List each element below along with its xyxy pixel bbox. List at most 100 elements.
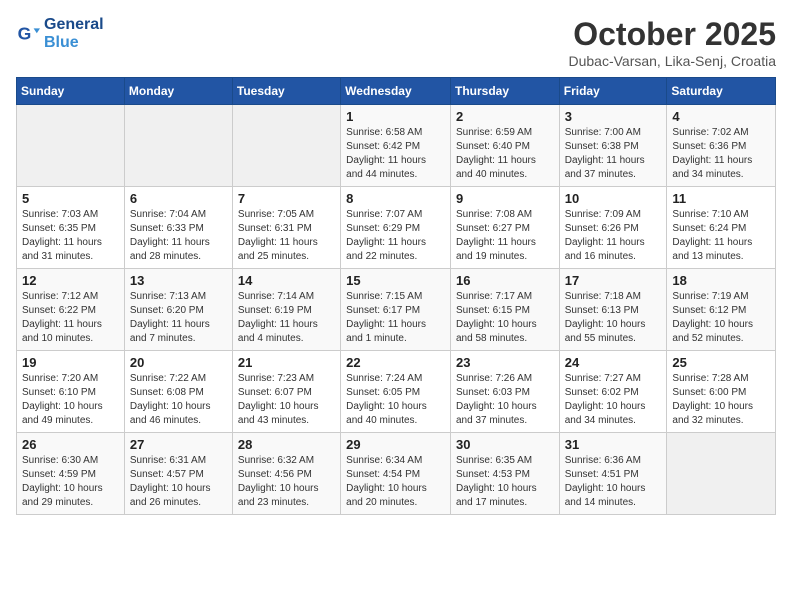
day-number: 3	[565, 109, 662, 124]
calendar-week-row: 19 Sunrise: 7:20 AM Sunset: 6:10 PM Dayli…	[17, 351, 776, 433]
logo-line1: General	[44, 16, 104, 34]
calendar-cell: 23Sunrise: 7:26 AM Sunset: 6:03 PM Dayli…	[450, 351, 559, 433]
day-number: 16	[456, 273, 554, 288]
calendar-cell	[232, 105, 340, 187]
day-info: Sunrise: 7:03 AM Sunset: 6:35 PM Dayligh…	[22, 208, 119, 264]
day-info: Sunrise: 6:30 AM Sunset: 4:59 PM Dayligh…	[22, 454, 119, 510]
calendar-cell: 5 Sunrise: 7:03 AM Sunset: 6:35 PM Daylig…	[17, 187, 125, 269]
day-number: 14	[238, 273, 335, 288]
day-info: Sunrise: 7:28 AM Sunset: 6:00 PM Dayligh…	[672, 372, 770, 428]
day-number: 4	[672, 109, 770, 124]
day-number: 1	[346, 109, 445, 124]
page-header: G General Blue October 2025 Dubac-Varsan…	[16, 16, 776, 69]
calendar-cell: 26Sunrise: 6:30 AM Sunset: 4:59 PM Dayli…	[17, 433, 125, 515]
weekday-header-friday: Friday	[559, 78, 667, 105]
day-number: 27	[130, 437, 227, 452]
calendar-cell: 8 Sunrise: 7:07 AM Sunset: 6:29 PM Daylig…	[341, 187, 451, 269]
calendar-cell: 22Sunrise: 7:24 AM Sunset: 6:05 PM Dayli…	[341, 351, 451, 433]
day-info: Sunrise: 7:26 AM Sunset: 6:03 PM Dayligh…	[456, 372, 554, 428]
day-number: 21	[238, 355, 335, 370]
day-info: Sunrise: 7:19 AM Sunset: 6:12 PM Dayligh…	[672, 290, 770, 346]
day-number: 7	[238, 191, 335, 206]
day-info: Sunrise: 7:22 AM Sunset: 6:08 PM Dayligh…	[130, 372, 227, 428]
day-info: Sunrise: 7:18 AM Sunset: 6:13 PM Dayligh…	[565, 290, 662, 346]
weekday-header-row: SundayMondayTuesdayWednesdayThursdayFrid…	[17, 78, 776, 105]
calendar-cell: 3 Sunrise: 7:00 AM Sunset: 6:38 PM Daylig…	[559, 105, 667, 187]
day-number: 11	[672, 191, 770, 206]
weekday-header-tuesday: Tuesday	[232, 78, 340, 105]
weekday-header-thursday: Thursday	[450, 78, 559, 105]
calendar-week-row: 12Sunrise: 7:12 AM Sunset: 6:22 PM Dayli…	[17, 269, 776, 351]
day-info: Sunrise: 7:20 AM Sunset: 6:10 PM Dayligh…	[22, 372, 119, 428]
day-number: 30	[456, 437, 554, 452]
day-number: 13	[130, 273, 227, 288]
day-info: Sunrise: 7:07 AM Sunset: 6:29 PM Dayligh…	[346, 208, 445, 264]
day-info: Sunrise: 7:17 AM Sunset: 6:15 PM Dayligh…	[456, 290, 554, 346]
calendar-cell: 24 Sunrise: 7:27 AM Sunset: 6:02 PM Dayli…	[559, 351, 667, 433]
day-info: Sunrise: 7:24 AM Sunset: 6:05 PM Dayligh…	[346, 372, 445, 428]
day-info: Sunrise: 7:09 AM Sunset: 6:26 PM Dayligh…	[565, 208, 662, 264]
day-number: 15	[346, 273, 445, 288]
calendar-cell: 10 Sunrise: 7:09 AM Sunset: 6:26 PM Dayli…	[559, 187, 667, 269]
month-title: October 2025	[568, 16, 776, 53]
day-number: 6	[130, 191, 227, 206]
calendar-cell	[124, 105, 232, 187]
day-info: Sunrise: 7:08 AM Sunset: 6:27 PM Dayligh…	[456, 208, 554, 264]
day-number: 2	[456, 109, 554, 124]
calendar-cell: 7 Sunrise: 7:05 AM Sunset: 6:31 PM Daylig…	[232, 187, 340, 269]
calendar-cell: 30Sunrise: 6:35 AM Sunset: 4:53 PM Dayli…	[450, 433, 559, 515]
logo: G General Blue	[16, 16, 104, 51]
day-number: 9	[456, 191, 554, 206]
day-number: 17	[565, 273, 662, 288]
day-number: 29	[346, 437, 445, 452]
day-number: 31	[565, 437, 662, 452]
day-number: 10	[565, 191, 662, 206]
calendar-week-row: 5 Sunrise: 7:03 AM Sunset: 6:35 PM Daylig…	[17, 187, 776, 269]
day-info: Sunrise: 7:14 AM Sunset: 6:19 PM Dayligh…	[238, 290, 335, 346]
day-info: Sunrise: 7:05 AM Sunset: 6:31 PM Dayligh…	[238, 208, 335, 264]
day-number: 5	[22, 191, 119, 206]
calendar-cell: 20 Sunrise: 7:22 AM Sunset: 6:08 PM Dayli…	[124, 351, 232, 433]
calendar-cell: 2 Sunrise: 6:59 AM Sunset: 6:40 PM Daylig…	[450, 105, 559, 187]
day-number: 20	[130, 355, 227, 370]
calendar-cell: 14 Sunrise: 7:14 AM Sunset: 6:19 PM Dayli…	[232, 269, 340, 351]
location-subtitle: Dubac-Varsan, Lika-Senj, Croatia	[568, 53, 776, 69]
calendar-cell: 11Sunrise: 7:10 AM Sunset: 6:24 PM Dayli…	[667, 187, 776, 269]
calendar-cell: 15 Sunrise: 7:15 AM Sunset: 6:17 PM Dayli…	[341, 269, 451, 351]
calendar-table: SundayMondayTuesdayWednesdayThursdayFrid…	[16, 77, 776, 515]
day-number: 28	[238, 437, 335, 452]
calendar-cell: 6Sunrise: 7:04 AM Sunset: 6:33 PM Daylig…	[124, 187, 232, 269]
day-info: Sunrise: 7:12 AM Sunset: 6:22 PM Dayligh…	[22, 290, 119, 346]
calendar-cell: 31 Sunrise: 6:36 AM Sunset: 4:51 PM Dayli…	[559, 433, 667, 515]
day-info: Sunrise: 6:59 AM Sunset: 6:40 PM Dayligh…	[456, 126, 554, 182]
day-info: Sunrise: 7:27 AM Sunset: 6:02 PM Dayligh…	[565, 372, 662, 428]
calendar-cell	[17, 105, 125, 187]
calendar-cell: 16 Sunrise: 7:17 AM Sunset: 6:15 PM Dayli…	[450, 269, 559, 351]
day-info: Sunrise: 6:58 AM Sunset: 6:42 PM Dayligh…	[346, 126, 445, 182]
logo-line2: Blue	[44, 34, 104, 52]
day-info: Sunrise: 7:13 AM Sunset: 6:20 PM Dayligh…	[130, 290, 227, 346]
calendar-cell: 13 Sunrise: 7:13 AM Sunset: 6:20 PM Dayli…	[124, 269, 232, 351]
day-info: Sunrise: 7:02 AM Sunset: 6:36 PM Dayligh…	[672, 126, 770, 182]
logo-icon: G	[16, 22, 40, 46]
calendar-cell: 4 Sunrise: 7:02 AM Sunset: 6:36 PM Daylig…	[667, 105, 776, 187]
day-info: Sunrise: 7:00 AM Sunset: 6:38 PM Dayligh…	[565, 126, 662, 182]
calendar-cell: 19 Sunrise: 7:20 AM Sunset: 6:10 PM Dayli…	[17, 351, 125, 433]
day-info: Sunrise: 6:31 AM Sunset: 4:57 PM Dayligh…	[130, 454, 227, 510]
day-number: 24	[565, 355, 662, 370]
day-number: 19	[22, 355, 119, 370]
day-number: 8	[346, 191, 445, 206]
weekday-header-monday: Monday	[124, 78, 232, 105]
day-info: Sunrise: 7:23 AM Sunset: 6:07 PM Dayligh…	[238, 372, 335, 428]
calendar-cell: 28Sunrise: 6:32 AM Sunset: 4:56 PM Dayli…	[232, 433, 340, 515]
calendar-cell	[667, 433, 776, 515]
day-info: Sunrise: 6:34 AM Sunset: 4:54 PM Dayligh…	[346, 454, 445, 510]
calendar-cell: 21 Sunrise: 7:23 AM Sunset: 6:07 PM Dayli…	[232, 351, 340, 433]
day-info: Sunrise: 7:15 AM Sunset: 6:17 PM Dayligh…	[346, 290, 445, 346]
calendar-cell: 9 Sunrise: 7:08 AM Sunset: 6:27 PM Daylig…	[450, 187, 559, 269]
title-block: October 2025 Dubac-Varsan, Lika-Senj, Cr…	[568, 16, 776, 69]
calendar-cell: 25Sunrise: 7:28 AM Sunset: 6:00 PM Dayli…	[667, 351, 776, 433]
day-info: Sunrise: 6:36 AM Sunset: 4:51 PM Dayligh…	[565, 454, 662, 510]
day-number: 18	[672, 273, 770, 288]
svg-text:G: G	[18, 23, 32, 43]
